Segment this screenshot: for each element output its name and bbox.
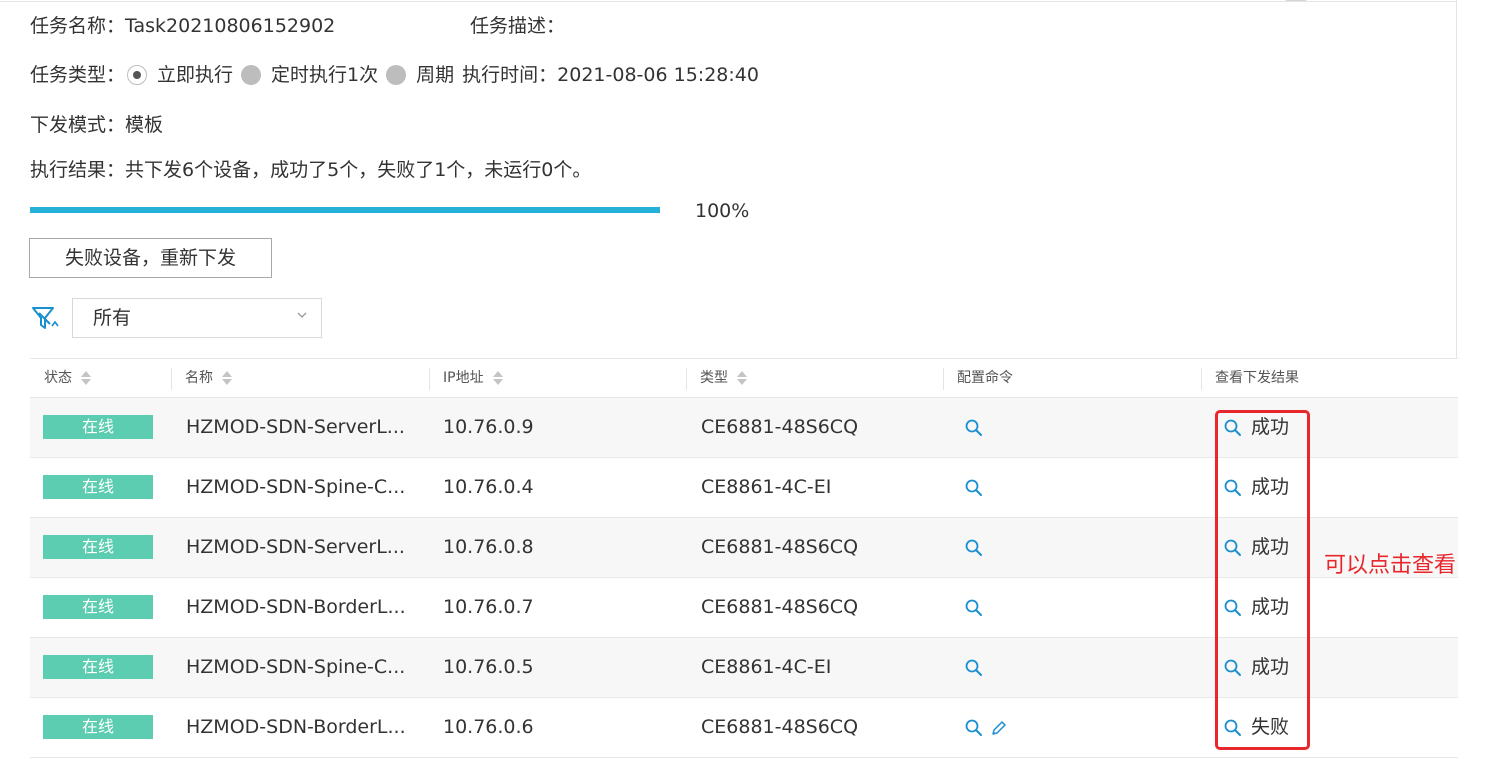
radio-periodic-label: 周期: [416, 64, 455, 86]
sort-icon[interactable]: [80, 370, 92, 386]
col-status-header[interactable]: 状态: [30, 359, 92, 398]
sort-icon[interactable]: [492, 370, 504, 386]
sort-icon[interactable]: [736, 370, 748, 386]
device-ip: 10.76.0.6: [443, 716, 534, 738]
radio-periodic[interactable]: 周期: [386, 62, 454, 88]
exec-result-label: 执行结果：: [30, 159, 126, 181]
config-command-cell: [964, 458, 984, 517]
device-name: HZMOD-SDN-Spine-C...: [186, 656, 406, 678]
radio-unchecked-icon[interactable]: [241, 65, 262, 85]
highlight-box: [1215, 410, 1310, 750]
device-name: HZMOD-SDN-ServerL...: [186, 536, 405, 558]
device-type: CE6881-48S6CQ: [701, 536, 859, 558]
device-type: CE6881-48S6CQ: [701, 716, 859, 738]
exec-time-label: 执行时间：: [462, 64, 558, 86]
task-name-row: 任务名称：Task20210806152902: [30, 13, 335, 39]
status-filter-select[interactable]: 所有: [72, 298, 322, 338]
annotation-text: 可以点击查看: [1324, 553, 1457, 578]
pencil-icon[interactable]: [990, 719, 1008, 737]
device-type: CE8861-4C-EI: [701, 476, 832, 498]
magnifier-icon[interactable]: [964, 538, 984, 558]
magnifier-icon[interactable]: [964, 418, 984, 438]
magnifier-icon[interactable]: [964, 598, 984, 618]
exec-result-row: 执行结果：共下发6个设备，成功了5个，失败了1个，未运行0个。: [30, 157, 591, 183]
sort-icon[interactable]: [221, 370, 233, 386]
device-ip: 10.76.0.4: [443, 476, 534, 498]
exec-time-value: 2021-08-06 15:28:40: [557, 64, 759, 86]
col-status-label: 状态: [44, 370, 72, 386]
device-ip: 10.76.0.9: [443, 416, 534, 438]
device-ip: 10.76.0.8: [443, 536, 534, 558]
right-divider: [1456, 0, 1457, 358]
magnifier-icon[interactable]: [964, 478, 984, 498]
radio-scheduled-once[interactable]: 定时执行1次: [241, 62, 378, 88]
chevron-down-icon: [297, 312, 307, 318]
radio-checked-icon[interactable]: [127, 65, 148, 85]
status-badge: 在线: [43, 415, 153, 439]
device-type: CE6881-48S6CQ: [701, 416, 859, 438]
device-name: HZMOD-SDN-BorderL...: [186, 716, 406, 738]
config-command-cell: [964, 638, 984, 697]
config-command-cell: [964, 578, 984, 637]
scroll-knob[interactable]: [1285, 0, 1307, 1]
col-config-label: 配置命令: [957, 370, 1013, 386]
device-name: HZMOD-SDN-ServerL...: [186, 416, 405, 438]
task-type-label: 任务类型：: [30, 64, 126, 86]
col-type-label: 类型: [700, 370, 728, 386]
magnifier-icon[interactable]: [964, 658, 984, 678]
col-name-label: 名称: [185, 370, 213, 386]
radio-unchecked-icon[interactable]: [386, 65, 407, 85]
progress-fill: [30, 207, 660, 213]
table-header: 状态 名称 IP地址 类型 配置命令 查看下发结果: [30, 358, 1458, 398]
status-badge: 在线: [43, 475, 153, 499]
deploy-mode-value: 模板: [125, 114, 164, 136]
deploy-mode-row: 下发模式：模板: [30, 112, 163, 138]
col-ip-header[interactable]: IP地址: [429, 359, 504, 398]
col-result-label: 查看下发结果: [1215, 370, 1299, 386]
deploy-mode-label: 下发模式：: [30, 114, 126, 136]
col-name-header[interactable]: 名称: [171, 359, 233, 398]
radio-immediate[interactable]: 立即执行: [127, 62, 233, 88]
task-desc-label: 任务描述：: [470, 15, 566, 37]
status-filter-value: 所有: [93, 307, 132, 329]
col-config-header: 配置命令: [943, 359, 1013, 398]
device-ip: 10.76.0.5: [443, 656, 534, 678]
status-badge: 在线: [43, 595, 153, 619]
resend-failed-button[interactable]: 失败设备，重新下发: [29, 238, 272, 278]
task-type-row: 任务类型： 立即执行 定时执行1次 周期 执行时间： 2021-08-06 15:…: [30, 62, 759, 88]
col-result-header: 查看下发结果: [1201, 359, 1299, 398]
progress-bar: [30, 207, 660, 213]
device-type: CE8861-4C-EI: [701, 656, 832, 678]
radio-scheduled-once-label: 定时执行1次: [271, 64, 379, 86]
magnifier-icon[interactable]: [964, 718, 984, 738]
status-badge: 在线: [43, 715, 153, 739]
col-type-header[interactable]: 类型: [686, 359, 748, 398]
device-name: HZMOD-SDN-Spine-C...: [186, 476, 406, 498]
task-name-label: 任务名称：: [30, 15, 126, 37]
device-ip: 10.76.0.7: [443, 596, 534, 618]
exec-result-value: 共下发6个设备，成功了5个，失败了1个，未运行0个。: [125, 159, 592, 181]
status-badge: 在线: [43, 535, 153, 559]
radio-immediate-label: 立即执行: [157, 64, 234, 86]
task-name-value: Task20210806152902: [125, 15, 336, 37]
config-command-cell: [964, 518, 984, 577]
top-divider: [0, 0, 1456, 2]
progress-percent: 100%: [695, 200, 750, 222]
config-command-cell: [964, 698, 1008, 757]
status-badge: 在线: [43, 655, 153, 679]
device-name: HZMOD-SDN-BorderL...: [186, 596, 406, 618]
config-command-cell: [964, 398, 984, 457]
col-ip-label: IP地址: [443, 370, 484, 386]
device-type: CE6881-48S6CQ: [701, 596, 859, 618]
filter-icon[interactable]: [30, 304, 62, 334]
